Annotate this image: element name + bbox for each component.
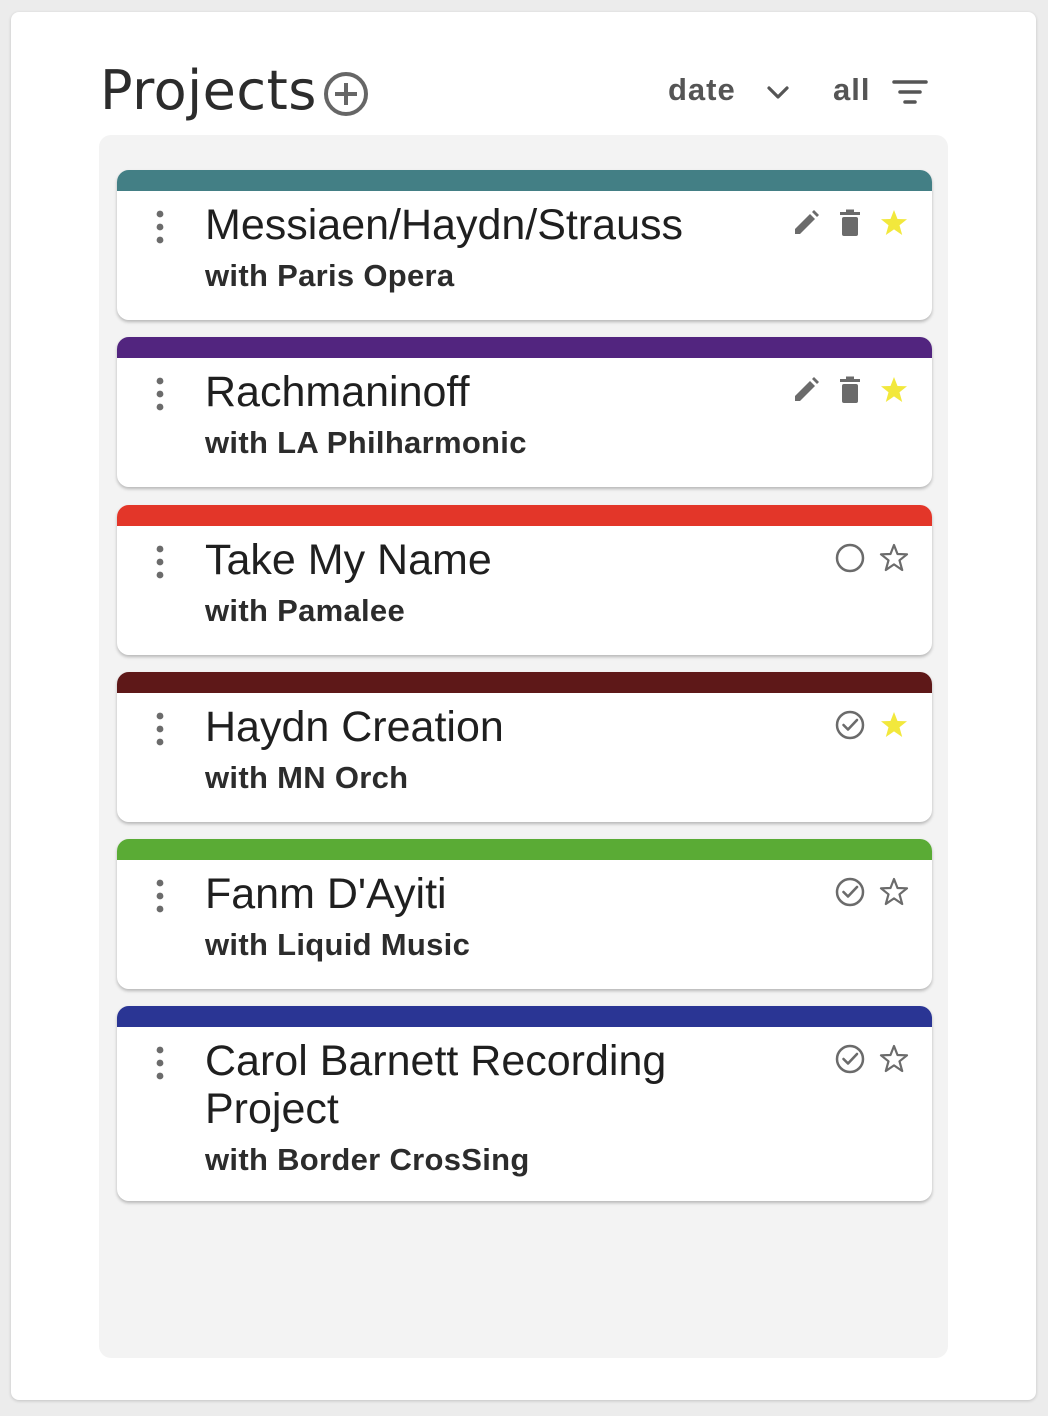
page-title: Projects <box>100 59 317 122</box>
drag-handle-icon[interactable] <box>153 544 167 580</box>
project-color-bar <box>117 337 932 358</box>
project-subtitle: with Border CrosSing <box>205 1142 530 1177</box>
check-circle-icon[interactable] <box>834 876 866 908</box>
project-actions <box>778 205 910 241</box>
projects-panel: Projects date all Messiaen/Haydn/Strauss… <box>11 12 1036 1400</box>
filter-select[interactable]: all <box>833 72 870 108</box>
project-title[interactable]: Carol Barnett Recording Project <box>205 1037 765 1133</box>
project-actions <box>778 372 910 408</box>
edit-icon[interactable] <box>790 207 822 239</box>
project-card[interactable]: Haydn Creation with MN Orch <box>117 672 932 822</box>
project-title[interactable]: Haydn Creation <box>205 703 765 751</box>
circle-icon[interactable] <box>834 542 866 574</box>
project-card[interactable]: Carol Barnett Recording Project with Bord… <box>117 1006 932 1201</box>
star-filled-icon[interactable] <box>878 709 910 741</box>
drag-handle-icon[interactable] <box>153 209 167 245</box>
filter-icon[interactable] <box>890 76 930 108</box>
sort-select[interactable]: date <box>668 72 736 108</box>
project-actions <box>822 874 910 910</box>
project-actions <box>822 540 910 576</box>
project-color-bar <box>117 170 932 191</box>
star-outline-icon[interactable] <box>878 542 910 574</box>
star-outline-icon[interactable] <box>878 1043 910 1075</box>
project-title[interactable]: Fanm D'Ayiti <box>205 870 765 918</box>
project-color-bar <box>117 839 932 860</box>
project-actions <box>822 1041 910 1077</box>
star-outline-icon[interactable] <box>878 876 910 908</box>
project-color-bar <box>117 672 932 693</box>
chevron-down-icon[interactable] <box>764 78 792 106</box>
project-title[interactable]: Rachmaninoff <box>205 368 765 416</box>
drag-handle-icon[interactable] <box>153 1045 167 1081</box>
delete-icon[interactable] <box>834 207 866 239</box>
project-subtitle: with Pamalee <box>205 593 406 628</box>
star-filled-icon[interactable] <box>878 207 910 239</box>
add-project-icon[interactable] <box>322 70 370 118</box>
project-card[interactable]: Messiaen/Haydn/Strauss with Paris Opera <box>117 170 932 320</box>
project-card[interactable]: Fanm D'Ayiti with Liquid Music <box>117 839 932 989</box>
project-list: Messiaen/Haydn/Strauss with Paris Opera Ra… <box>99 135 948 1358</box>
project-title[interactable]: Take My Name <box>205 536 765 584</box>
drag-handle-icon[interactable] <box>153 878 167 914</box>
project-card[interactable]: Take My Name with Pamalee <box>117 505 932 655</box>
project-subtitle: with LA Philharmonic <box>205 425 527 460</box>
project-card[interactable]: Rachmaninoff with LA Philharmonic <box>117 337 932 487</box>
check-circle-icon[interactable] <box>834 1043 866 1075</box>
edit-icon[interactable] <box>790 374 822 406</box>
delete-icon[interactable] <box>834 374 866 406</box>
project-actions <box>822 707 910 743</box>
drag-handle-icon[interactable] <box>153 711 167 747</box>
drag-handle-icon[interactable] <box>153 376 167 412</box>
project-subtitle: with Liquid Music <box>205 927 471 962</box>
project-color-bar <box>117 505 932 526</box>
project-subtitle: with MN Orch <box>205 760 409 795</box>
check-circle-icon[interactable] <box>834 709 866 741</box>
project-title[interactable]: Messiaen/Haydn/Strauss <box>205 201 765 249</box>
star-filled-icon[interactable] <box>878 374 910 406</box>
project-color-bar <box>117 1006 932 1027</box>
project-subtitle: with Paris Opera <box>205 258 455 293</box>
projects-header: Projects date all <box>100 56 940 126</box>
